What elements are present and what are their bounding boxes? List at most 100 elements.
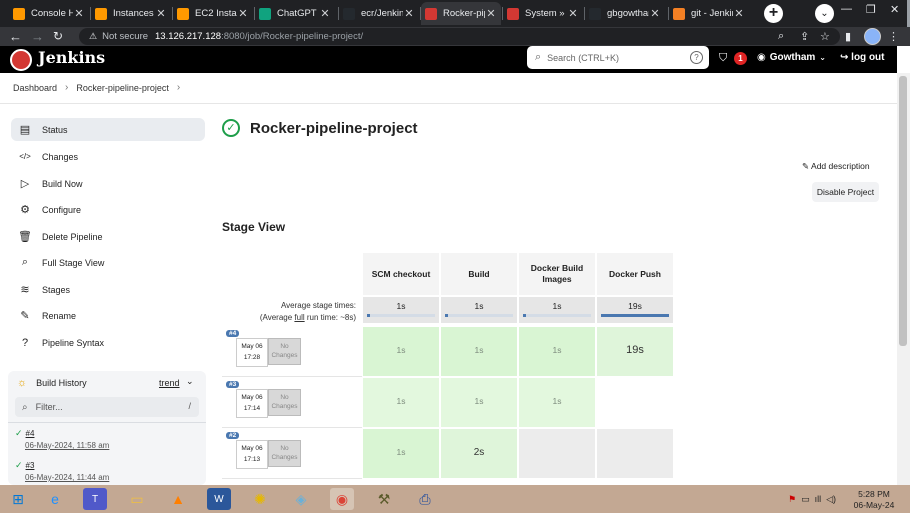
disable-project-button[interactable]: Disable Project — [812, 182, 879, 202]
paint-icon[interactable]: ✺ — [248, 488, 272, 510]
profile-avatar[interactable] — [864, 28, 881, 45]
tab-close-icon[interactable]: ✕ — [403, 7, 415, 20]
zoom-icon[interactable]: ⌕ — [778, 30, 784, 43]
stage-cell[interactable] — [596, 428, 674, 479]
chevron-down-icon[interactable]: ⌄ — [186, 376, 194, 387]
build-filter-input[interactable]: ⌕ Filter... / — [15, 397, 199, 417]
forward-icon[interactable]: → — [31, 29, 44, 44]
app-icon[interactable]: ⚒ — [372, 488, 396, 510]
volume-icon[interactable]: ◁) — [826, 494, 836, 505]
reload-icon[interactable]: ↻ — [53, 29, 63, 44]
build-run-row[interactable]: #4 May 06 17:28 No Changes — [222, 326, 362, 377]
stage-cell[interactable]: 1s — [518, 326, 596, 377]
bookmark-star-icon[interactable]: ☆ — [820, 30, 830, 43]
stage-cell[interactable]: 1s — [440, 326, 518, 377]
sidebar-item-status[interactable]: ▤ Status — [11, 118, 205, 141]
stage-cell[interactable]: 1s — [362, 428, 440, 479]
new-tab-button[interactable]: + — [764, 4, 783, 23]
breadcrumb-project[interactable]: Rocker-pipeline-project — [76, 83, 169, 93]
browser-tab[interactable]: gbgowthan ✕ — [585, 2, 665, 25]
browser-tab[interactable]: EC2 Instanc✕ — [173, 2, 253, 25]
clock[interactable]: 5:28 PM 06-May-24 — [849, 489, 899, 511]
sidebar-item-stages[interactable]: ≋ Stages — [11, 278, 205, 301]
tab-close-icon[interactable]: ✕ — [485, 7, 497, 20]
notes-icon[interactable]: ◈ — [289, 488, 313, 510]
back-icon[interactable]: ← — [9, 29, 22, 44]
stage-cell[interactable]: 2s — [440, 428, 518, 479]
sidebar-item-configure[interactable]: ⚙ Configure — [11, 198, 205, 221]
tab-close-icon[interactable]: ✕ — [733, 7, 745, 20]
windows-start-icon[interactable]: ⊞ — [6, 488, 30, 510]
teams-icon[interactable]: T — [83, 488, 107, 510]
build-history-item[interactable]: ✓ #4 06-May-2024, 11:58 am — [15, 428, 203, 450]
wifi-signal-icon[interactable]: ıll — [815, 494, 822, 505]
user-menu[interactable]: ◉ Gowtham ⌄ — [757, 52, 826, 63]
notification-badge[interactable]: 1 — [734, 52, 747, 65]
browser-tab[interactable]: Rocker-pip ✕ — [421, 2, 501, 25]
no-changes-label[interactable]: No Changes — [268, 389, 301, 416]
search-help-icon[interactable]: ? — [690, 51, 703, 64]
close-window-button[interactable]: ✕ — [890, 3, 899, 16]
sidebar-item-rename[interactable]: ✎ Rename — [11, 304, 205, 327]
sidebar-item-delete-pipeline[interactable]: 🗑 Delete Pipeline — [11, 225, 205, 248]
browser-tab[interactable]: ChatGPT ✕ — [255, 2, 335, 25]
build-badge[interactable]: #2 — [226, 432, 240, 439]
address-bar[interactable]: ⚠ Not secure 13.126.217.128:8080/job/Roc… — [79, 28, 840, 45]
file-explorer-icon[interactable]: ▭ — [125, 488, 149, 510]
build-badge[interactable]: #4 — [226, 330, 240, 337]
stage-cell[interactable]: 1s — [440, 377, 518, 428]
sidebar-item-changes[interactable]: </> Changes — [11, 145, 205, 168]
chevron-right-icon[interactable]: › — [177, 82, 180, 93]
build-number[interactable]: #4 — [26, 429, 35, 438]
internet-explorer-icon[interactable]: e — [43, 488, 67, 510]
stage-cell[interactable]: 1s — [518, 377, 596, 428]
maximize-button[interactable]: ❐ — [866, 3, 876, 16]
page-scrollbar-thumb[interactable] — [899, 76, 907, 346]
security-shield-icon[interactable]: ⛉ — [719, 52, 727, 65]
build-history-item[interactable]: ✓ #3 06-May-2024, 11:44 am — [15, 460, 203, 482]
browser-tab[interactable]: git - Jenkin ✕ — [669, 2, 749, 25]
stage-cell[interactable]: 1s — [362, 326, 440, 377]
notification-icon[interactable]: ▭ — [801, 494, 810, 505]
add-description-link[interactable]: ✎ Add description — [802, 161, 870, 172]
stage-cell[interactable]: 19s — [596, 326, 674, 377]
tab-close-icon[interactable]: ✕ — [237, 7, 249, 20]
tab-search-button[interactable]: ⌄ — [815, 4, 834, 23]
tab-close-icon[interactable]: ✕ — [319, 7, 331, 20]
chrome-icon[interactable]: ◉ — [330, 488, 354, 510]
build-date[interactable]: 06-May-2024, 11:58 am — [25, 441, 203, 450]
jenkins-brand[interactable]: Jenkins — [38, 48, 105, 67]
no-changes-label[interactable]: No Changes — [268, 338, 301, 365]
browser-tab[interactable]: Console Ho✕ — [9, 2, 89, 25]
tab-close-icon[interactable]: ✕ — [567, 7, 579, 20]
side-panel-icon[interactable]: ▮ — [845, 30, 851, 43]
logout-link[interactable]: ↪ log out — [840, 52, 885, 63]
avg-full-link[interactable]: full — [294, 313, 304, 322]
stage-cell[interactable]: 1s — [362, 377, 440, 428]
stage-cell[interactable] — [518, 428, 596, 479]
trend-link[interactable]: trend — [159, 378, 180, 388]
stage-cell[interactable] — [596, 377, 674, 428]
tab-close-icon[interactable]: ✕ — [73, 7, 85, 20]
no-changes-label[interactable]: No Changes — [268, 440, 301, 467]
tab-close-icon[interactable]: ✕ — [155, 7, 167, 20]
flag-icon[interactable]: ⚑ — [788, 494, 796, 505]
vlc-icon[interactable]: ▲ — [166, 488, 190, 510]
network-app-icon[interactable]: ⎙ — [413, 488, 437, 510]
build-number[interactable]: #3 — [26, 461, 35, 470]
build-badge[interactable]: #3 — [226, 381, 240, 388]
build-run-row[interactable]: #2 May 06 17:13 No Changes — [222, 428, 362, 479]
jenkins-logo-icon[interactable] — [10, 49, 32, 71]
sidebar-item-build-now[interactable]: ▷ Build Now — [11, 172, 205, 195]
browser-tab[interactable]: ecr/Jenkins✕ — [339, 2, 419, 25]
sidebar-item-pipeline-syntax[interactable]: ? Pipeline Syntax — [11, 331, 205, 354]
minimize-button[interactable]: — — [841, 3, 852, 15]
menu-icon[interactable]: ⋮ — [888, 30, 899, 43]
build-date[interactable]: 06-May-2024, 11:44 am — [25, 473, 203, 482]
word-icon[interactable]: W — [207, 488, 231, 510]
breadcrumb-dashboard[interactable]: Dashboard — [13, 83, 57, 93]
sidebar-item-full-stage-view[interactable]: ⌕ Full Stage View — [11, 251, 205, 274]
share-icon[interactable]: ⇪ — [800, 30, 809, 43]
tab-close-icon[interactable]: ✕ — [649, 7, 661, 20]
browser-tab[interactable]: System » G✕ — [503, 2, 583, 25]
